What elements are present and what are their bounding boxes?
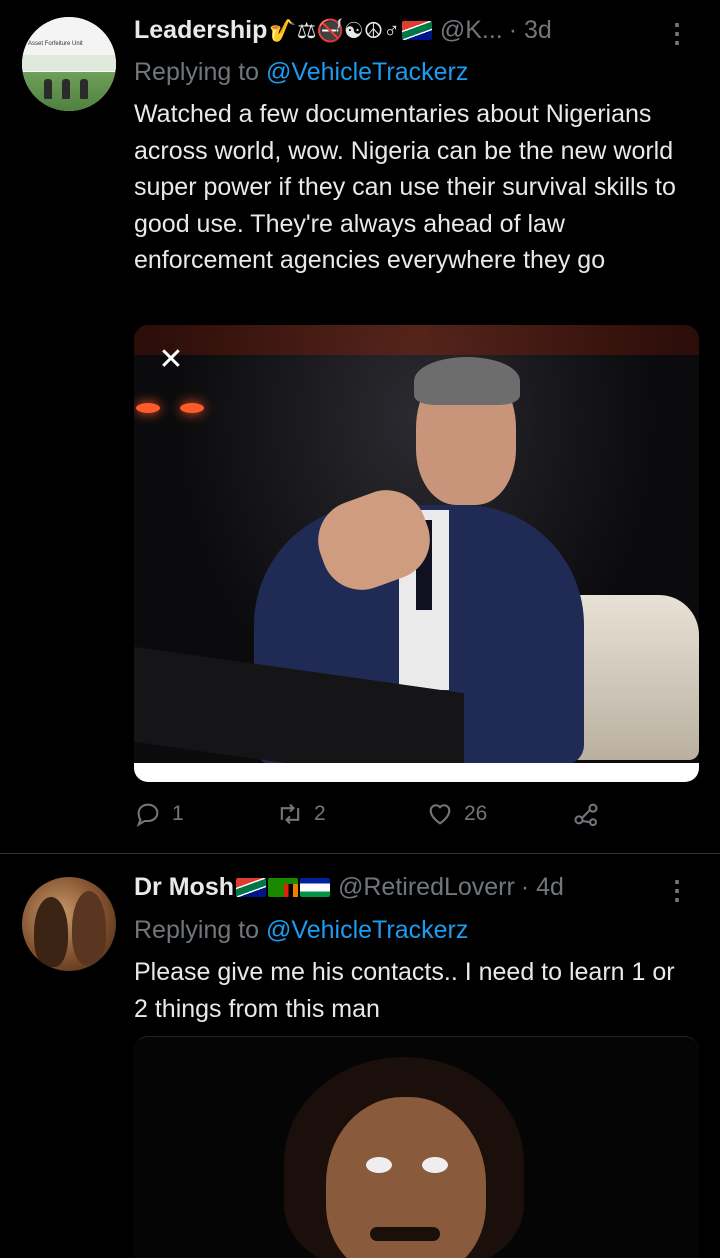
display-name[interactable]: Leadership: [134, 16, 267, 45]
avatar[interactable]: [22, 877, 116, 971]
avatar-text: Asset Forfeiture Unit: [28, 41, 83, 47]
retweet-icon: [280, 803, 300, 825]
more-vertical-icon[interactable]: ⋮: [664, 20, 690, 46]
like-count: 26: [464, 802, 488, 825]
share-icon: [574, 803, 598, 827]
tweet-header: Leadership 🎷⚖🚭☯☮♂ @K... · 3d: [134, 16, 552, 45]
name-emojis: 🎷⚖🚭☯☮♂: [269, 17, 400, 43]
more-vertical-icon[interactable]: ⋮: [664, 877, 690, 903]
replying-to: Replying to @VehicleTrackerz: [134, 916, 469, 944]
retweet-button[interactable]: 2: [276, 800, 326, 828]
display-name[interactable]: Dr Mosh: [134, 873, 234, 902]
reply-button[interactable]: 1: [134, 800, 184, 828]
user-handle[interactable]: @RetiredLoverr: [338, 873, 515, 902]
tweet-actions: 1 2 26: [134, 800, 694, 840]
divider: [0, 853, 720, 854]
replying-to: Replying to @VehicleTrackerz: [134, 58, 469, 86]
heart-icon: [429, 804, 451, 825]
avatar[interactable]: Asset Forfeiture Unit: [22, 17, 116, 111]
timestamp[interactable]: · 4d: [521, 873, 564, 902]
timestamp[interactable]: · 3d: [509, 16, 552, 45]
like-button[interactable]: 26: [426, 800, 487, 828]
tweet[interactable]: Asset Forfeiture Unit Leadership 🎷⚖🚭☯☮♂ …: [0, 0, 720, 853]
mention-link[interactable]: @VehicleTrackerz: [266, 916, 468, 944]
retweet-count: 2: [314, 802, 326, 825]
south-africa-flag-icon: [236, 878, 266, 897]
reply-count: 1: [172, 802, 184, 825]
tweet-text: Please give me his contacts.. I need to …: [134, 958, 675, 1023]
close-icon[interactable]: ✕: [154, 343, 188, 377]
lesotho-flag-icon: [300, 878, 330, 897]
tweet-header: Dr Mosh @RetiredLoverr · 4d: [134, 873, 564, 902]
zambia-flag-icon: [268, 878, 298, 897]
south-africa-flag-icon: [401, 21, 432, 40]
share-button[interactable]: [572, 800, 600, 828]
mention-link[interactable]: @VehicleTrackerz: [266, 58, 468, 86]
tweet-image[interactable]: [134, 1036, 699, 1258]
reply-icon: [136, 803, 159, 827]
tweet-image[interactable]: ✕: [134, 325, 699, 782]
tweet-text: Watched a few documentaries about Nigeri…: [134, 100, 676, 274]
user-handle[interactable]: @K...: [440, 16, 503, 45]
